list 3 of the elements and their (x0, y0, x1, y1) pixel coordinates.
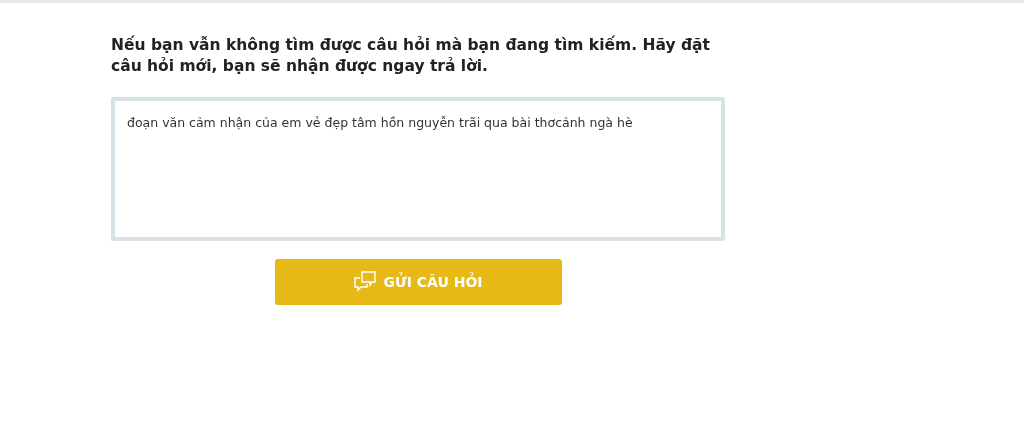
prompt-text: Nếu bạn vẫn không tìm được câu hỏi mà bạn đang tìm kiếm. Hãy đặt câu hỏi mới, bạn sẽ nhận được ngay trả lời. (111, 35, 711, 77)
question-field[interactable]: đoạn văn cảm nhận của em vẻ đẹp tâm hồn nguyễn trãi qua bài thơcảnh ngà hè (111, 97, 725, 241)
chat-question-icon (353, 271, 378, 293)
